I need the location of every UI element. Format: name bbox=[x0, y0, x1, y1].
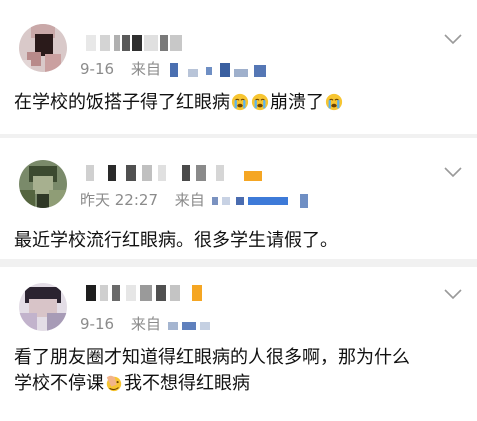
username-redacted[interactable] bbox=[86, 35, 186, 53]
source-redacted bbox=[211, 193, 322, 208]
avatar[interactable] bbox=[19, 283, 67, 331]
username-redacted[interactable] bbox=[86, 165, 266, 183]
crying-face-icon bbox=[251, 93, 269, 111]
chevron-down-icon[interactable] bbox=[443, 287, 463, 301]
comment-meta: 昨天 22:27 来自 bbox=[80, 190, 322, 210]
source-redacted bbox=[167, 318, 238, 332]
chevron-down-icon[interactable] bbox=[443, 32, 463, 46]
source-label: 来自 bbox=[130, 315, 161, 333]
avatar[interactable] bbox=[19, 160, 67, 208]
username-redacted[interactable] bbox=[86, 285, 216, 303]
crying-face-icon bbox=[231, 93, 249, 111]
timestamp: 昨天 22:27 bbox=[80, 191, 158, 209]
timestamp: 9-16 bbox=[80, 60, 115, 78]
comment-meta: 9-16 来自 bbox=[80, 59, 288, 79]
comment-text: 看了朋友圈才知道得红眼病的人很多啊，那为什么 学校不停课 我不想得红眼病 bbox=[14, 347, 410, 394]
comment-item: 昨天 22:27 来自 最近学校流行红眼病。很多学生请假了。 bbox=[0, 138, 477, 267]
crying-face-icon bbox=[325, 93, 343, 111]
source-label: 来自 bbox=[174, 191, 205, 209]
comment-text: 在学校的饭搭子得了红眼病 崩溃了 bbox=[14, 90, 461, 116]
source-redacted bbox=[168, 62, 288, 77]
comment-meta: 9-16 来自 bbox=[80, 314, 238, 334]
comment-item: 9-16 来自 在学校的饭搭子得了红眼病 崩溃了 bbox=[0, 0, 477, 138]
divider bbox=[0, 259, 477, 267]
source-label: 来自 bbox=[130, 60, 161, 78]
timestamp: 9-16 bbox=[80, 315, 115, 333]
comment-item: 9-16 来自 看了朋友圈才知道得红眼病的人很多啊，那为什么 学校不停课 我不想… bbox=[0, 267, 477, 421]
facepalm-icon bbox=[106, 375, 122, 392]
comment-text: 最近学校流行红眼病。很多学生请假了。 bbox=[14, 230, 338, 251]
comment-feed: 9-16 来自 在学校的饭搭子得了红眼病 崩溃了 昨天 22:27 来自 最近学… bbox=[0, 0, 477, 421]
avatar[interactable] bbox=[19, 24, 67, 72]
chevron-down-icon[interactable] bbox=[443, 165, 463, 179]
